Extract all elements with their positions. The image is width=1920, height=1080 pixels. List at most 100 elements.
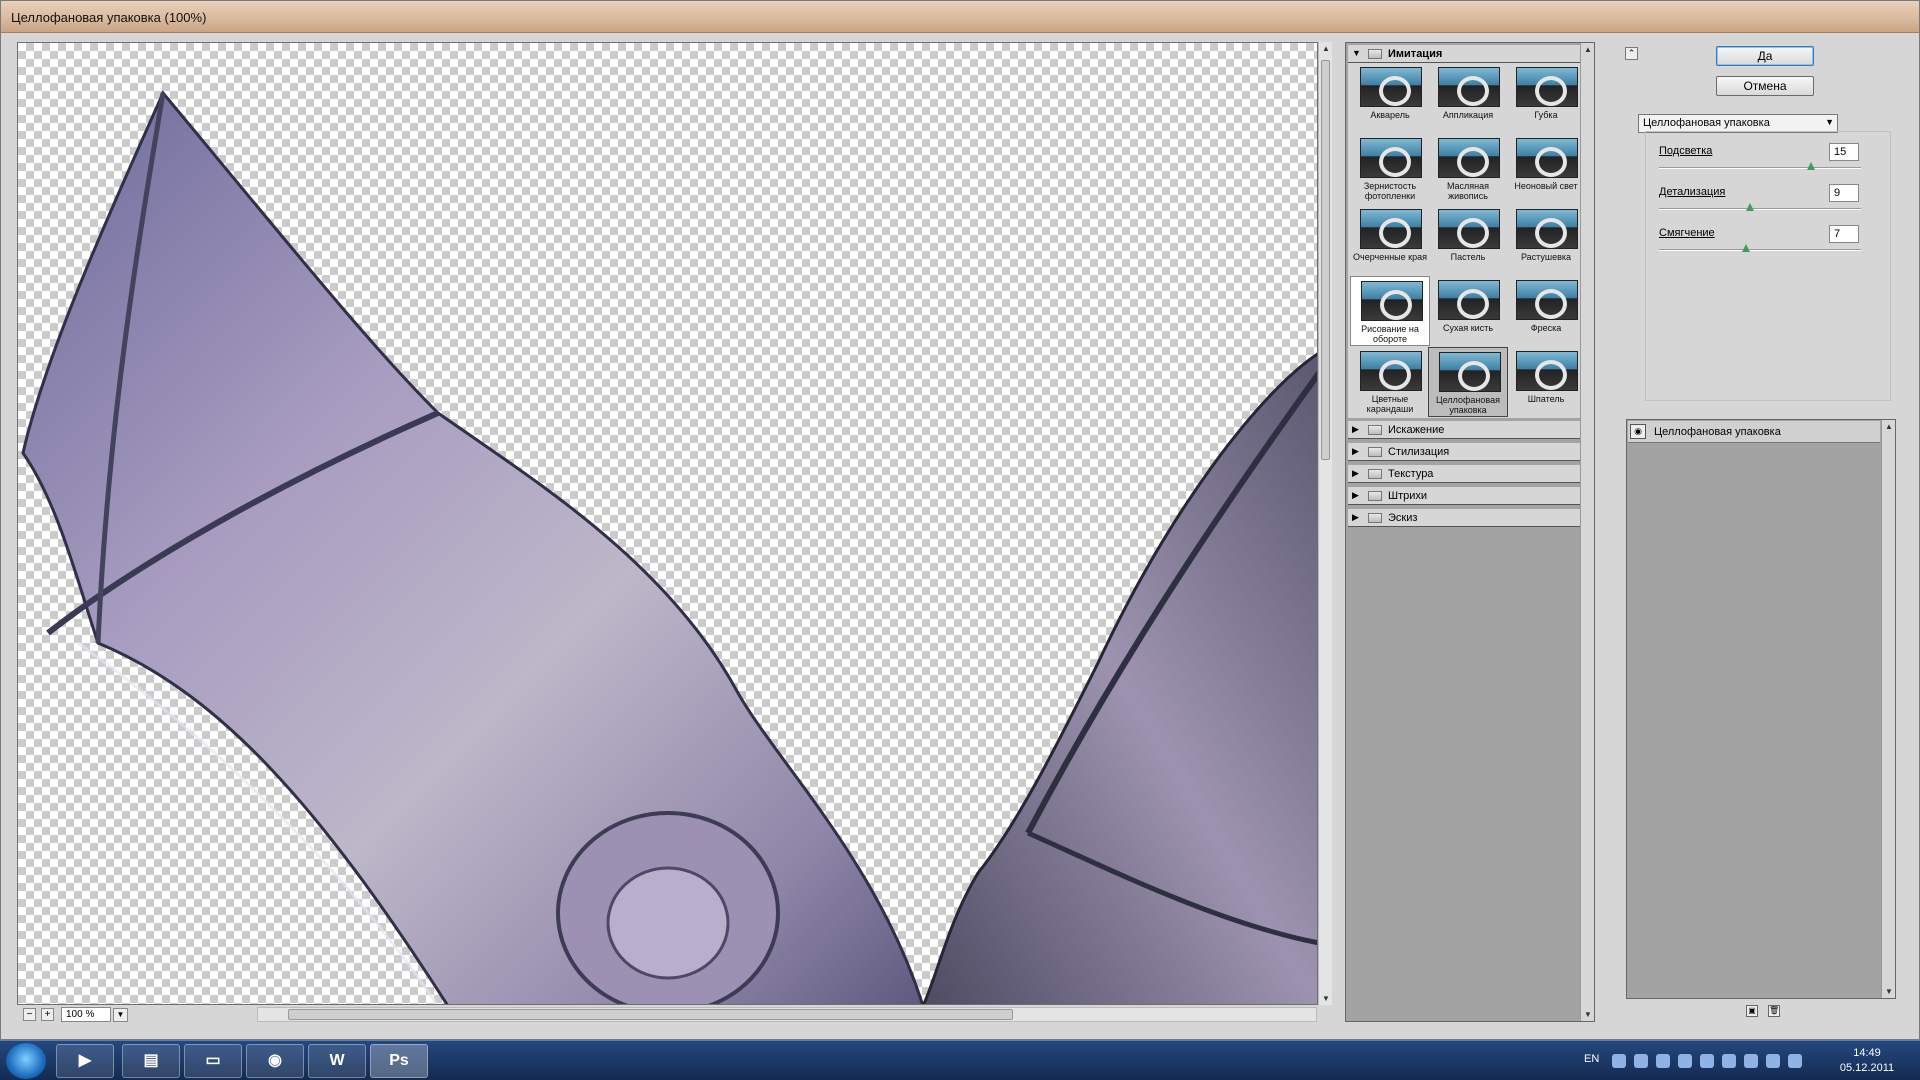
folder-eskiz[interactable]: ▶ Эскиз xyxy=(1348,509,1584,527)
start-button-icon[interactable] xyxy=(6,1043,46,1079)
folder-collapsed-icon: ▶ xyxy=(1352,490,1359,500)
filter-gallery-panel: ▼ Имитация Акварель Аппликация Губка Зер… xyxy=(1345,42,1595,1022)
folder-tekstura[interactable]: ▶ Текстура xyxy=(1348,465,1584,483)
param-input-highlight[interactable]: 15 xyxy=(1829,143,1859,161)
folder-imitation[interactable]: ▼ Имитация xyxy=(1348,45,1584,63)
zoom-out-button[interactable]: − xyxy=(23,1008,36,1021)
slider-handle-highlight[interactable] xyxy=(1806,162,1815,170)
cmd-icon[interactable]: ▭ xyxy=(184,1044,242,1078)
scroll-up-arrow-icon[interactable]: ▲ xyxy=(1584,45,1592,54)
tray-media-icon[interactable] xyxy=(1634,1054,1648,1068)
tray-app-icon[interactable] xyxy=(1612,1054,1626,1068)
scroll-thumb[interactable] xyxy=(1321,60,1330,460)
folder-collapsed-icon: ▶ xyxy=(1352,446,1359,456)
filter-thumb-zernistost[interactable]: Зернистость фотопленки xyxy=(1350,134,1430,204)
filter-thumb-label: Зернистость фотопленки xyxy=(1363,181,1417,201)
filter-thumb-label: Целлофановая упаковка xyxy=(1436,395,1500,415)
filter-thumb-maslyanaya[interactable]: Масляная живопись xyxy=(1428,134,1508,204)
preview-vertical-scrollbar[interactable]: ▲ ▼ xyxy=(1318,42,1332,1005)
slider-handle-detail[interactable] xyxy=(1745,203,1754,211)
filter-thumb-rastushevka[interactable]: Растушевка xyxy=(1506,205,1586,275)
folder-shtrikhi[interactable]: ▶ Штрихи xyxy=(1348,487,1584,505)
filter-thumb-pastel[interactable]: Пастель xyxy=(1428,205,1508,275)
filter-thumb-label: Растушевка xyxy=(1520,252,1572,262)
filter-thumb-shpatel[interactable]: Шпатель xyxy=(1506,347,1586,417)
folder-collapsed-icon: ▶ xyxy=(1352,424,1359,434)
filter-thumb-sukhaya-kist[interactable]: Сухая кисть xyxy=(1428,276,1508,346)
word-label: W xyxy=(329,1052,345,1069)
filter-thumb-label: Аппликация xyxy=(1442,110,1494,120)
folder-stilizatsiya[interactable]: ▶ Стилизация xyxy=(1348,443,1584,461)
layers-scrollbar[interactable]: ▲ ▼ xyxy=(1881,420,1895,998)
media-player-icon[interactable]: ▶ xyxy=(56,1044,114,1078)
zoom-in-button[interactable]: + xyxy=(41,1008,54,1021)
cancel-button[interactable]: Отмена xyxy=(1716,76,1814,96)
windows-taskbar: ▶ ▤ ▭ ◉ W Ps EN 14:49 05.12.2011 xyxy=(0,1040,1920,1080)
slider-handle-smoothing[interactable] xyxy=(1741,244,1750,252)
tray-updates-icon[interactable] xyxy=(1656,1054,1670,1068)
filter-thumb-tsellofanovaya-selected[interactable]: Целлофановая упаковка xyxy=(1428,347,1508,417)
filter-thumb-applikatsiya[interactable]: Аппликация xyxy=(1428,63,1508,133)
scroll-up-arrow-icon[interactable]: ▲ xyxy=(1322,44,1330,53)
filter-thumb-label: Цветные карандаши xyxy=(1366,394,1414,414)
word-icon[interactable]: W xyxy=(308,1044,366,1078)
param-input-detail[interactable]: 9 xyxy=(1829,184,1859,202)
filter-preview-image xyxy=(1438,138,1500,178)
hscroll-thumb[interactable] xyxy=(288,1009,1013,1020)
ok-button[interactable]: Да xyxy=(1716,46,1814,66)
filter-thumb-gubka[interactable]: Губка xyxy=(1506,63,1586,133)
filter-preview-image xyxy=(1438,280,1500,320)
filter-thumb-tsvetnye-karandashi[interactable]: Цветные карандаши xyxy=(1350,347,1430,417)
folder-label: Стилизация xyxy=(1388,446,1450,458)
tray-network-icon[interactable] xyxy=(1722,1054,1736,1068)
slider-track-smoothing[interactable] xyxy=(1659,249,1861,251)
eye-visibility-icon[interactable]: ◉ xyxy=(1630,424,1646,439)
filter-preview-image xyxy=(1516,67,1578,107)
scroll-down-arrow-icon[interactable]: ▼ xyxy=(1885,987,1893,996)
title-bar[interactable]: Целлофановая упаковка (100%) xyxy=(1,1,1919,33)
filter-thumb-neon[interactable]: Неоновый свет xyxy=(1506,134,1586,204)
preview-canvas[interactable] xyxy=(17,42,1318,1005)
collapse-gallery-icon[interactable]: ⌃ xyxy=(1625,47,1638,60)
filter-thumb-label: Сухая кисть xyxy=(1442,323,1494,333)
slider-track-detail[interactable] xyxy=(1659,208,1861,210)
language-indicator[interactable]: EN xyxy=(1584,1053,1599,1065)
effect-layer-row[interactable]: ◉ Целлофановая упаковка xyxy=(1628,421,1880,443)
preview-horizontal-scrollbar[interactable] xyxy=(257,1007,1317,1022)
filter-thumb-ocherchennye[interactable]: Очерченные края xyxy=(1350,205,1430,275)
folder-iskazhenie[interactable]: ▶ Искажение xyxy=(1348,421,1584,439)
tray-display-icon[interactable] xyxy=(1766,1054,1780,1068)
delete-effect-layer-icon[interactable]: 🗑 xyxy=(1768,1005,1780,1017)
tray-volume-icon[interactable] xyxy=(1788,1054,1802,1068)
gallery-scrollbar[interactable]: ▲ ▼ xyxy=(1580,43,1594,1021)
param-input-smoothing[interactable]: 7 xyxy=(1829,225,1859,243)
tray-antivirus-icon[interactable] xyxy=(1678,1054,1692,1068)
zoom-dropdown-icon[interactable]: ▼ xyxy=(113,1008,128,1022)
filter-preview-image xyxy=(1360,138,1422,178)
filter-thumb-label: Пастель xyxy=(1450,252,1486,262)
filter-thumb-risovanie[interactable]: Рисование на обороте xyxy=(1350,276,1430,346)
scroll-up-arrow-icon[interactable]: ▲ xyxy=(1885,422,1893,431)
filter-thumb-label: Неоновый свет xyxy=(1514,181,1578,191)
filter-preview-image xyxy=(1360,209,1422,249)
filter-thumb-akvarel[interactable]: Акварель xyxy=(1350,63,1430,133)
folder-icon xyxy=(1368,513,1382,523)
filter-preview-image xyxy=(1516,280,1578,320)
tray-flag-icon[interactable] xyxy=(1700,1054,1714,1068)
filter-thumb-label: Акварель xyxy=(1370,110,1410,120)
photoshop-label: Ps xyxy=(389,1052,409,1069)
folder-expanded-icon: ▼ xyxy=(1352,48,1361,58)
chrome-icon[interactable]: ◉ xyxy=(246,1044,304,1078)
photoshop-icon[interactable]: Ps xyxy=(370,1044,428,1078)
tray-bluetooth-icon[interactable] xyxy=(1744,1054,1758,1068)
zoom-level-field[interactable]: 100 % xyxy=(61,1007,111,1022)
scroll-down-arrow-icon[interactable]: ▼ xyxy=(1584,1010,1592,1019)
filter-thumb-label: Масляная живопись xyxy=(1446,181,1490,201)
slider-track-highlight[interactable] xyxy=(1659,167,1861,169)
explorer-icon[interactable]: ▤ xyxy=(122,1044,180,1078)
new-effect-layer-icon[interactable]: ▣ xyxy=(1746,1005,1758,1017)
filter-thumb-freska[interactable]: Фреска xyxy=(1506,276,1586,346)
folder-label: Эскиз xyxy=(1388,512,1418,524)
scroll-down-arrow-icon[interactable]: ▼ xyxy=(1322,994,1330,1003)
clock[interactable]: 14:49 05.12.2011 xyxy=(1832,1046,1902,1076)
